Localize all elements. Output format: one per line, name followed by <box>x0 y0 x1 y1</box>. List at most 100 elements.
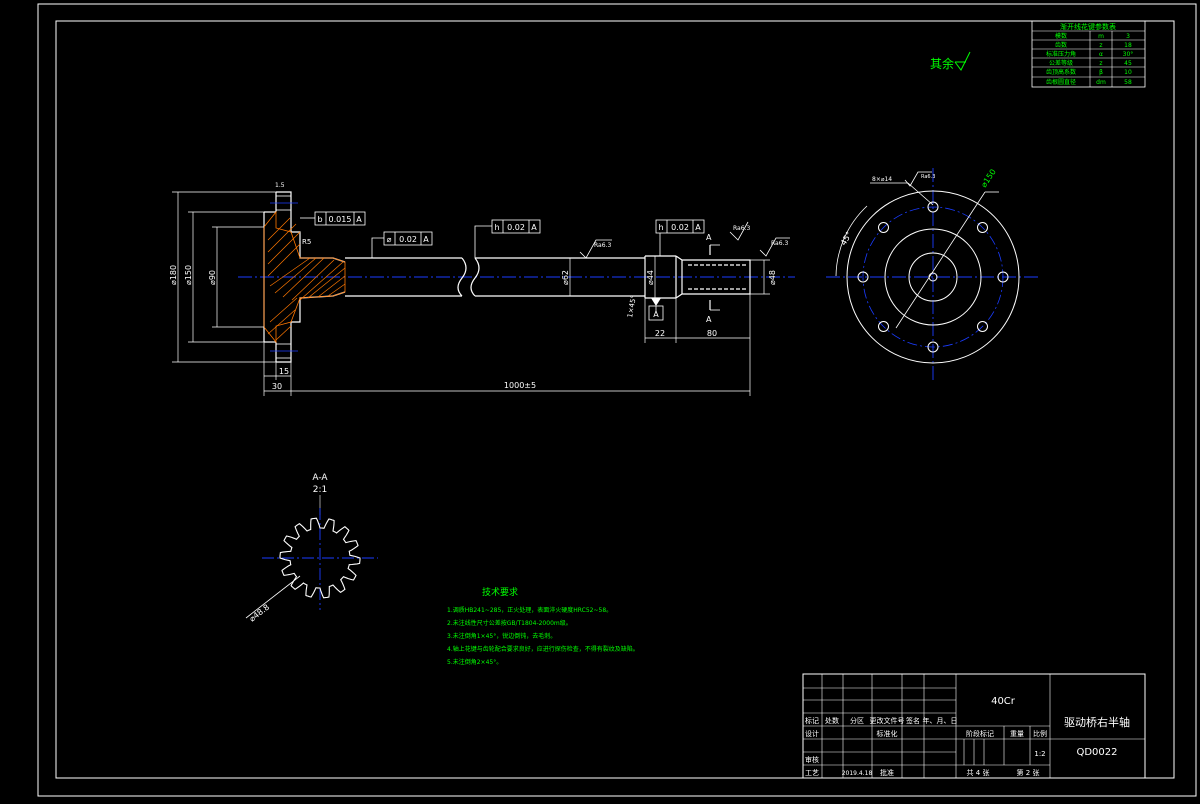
tb-weight-label: 重量 <box>1010 730 1024 738</box>
inner-frame <box>55 20 1175 779</box>
tol2-datum: A <box>423 235 429 244</box>
tolerance-frame-3: h 0.02 A <box>474 219 541 258</box>
side-view: ⌀150 45° 8×⌀14 Ra6.3 <box>826 167 1040 380</box>
tol4-symbol: h <box>658 223 663 232</box>
tb-material: 40Cr <box>991 696 1016 707</box>
gear-parameter-table: 渐开线花键参数表 模数 m 3 齿数 z 18 标准压力角 α 30° 公差等级 z 45 齿顶高系数 β… <box>1031 20 1146 88</box>
tb-standard: 标准化 <box>877 729 898 738</box>
gear-table-symbol: β <box>1099 69 1103 76</box>
tech-note-4: 4.轴上花键与齿轮配合要求良好，应进行探伤检查，不得有裂纹及缺陷。 <box>447 645 639 653</box>
tech-note-3: 3.未注倒角1×45°，锐边倒钝，去毛刺。 <box>447 632 556 640</box>
tb-h-5: 年、月、日 <box>923 716 958 725</box>
tech-note-1: 1.调质HB241~285，正火处理，表面淬火硬度HRC52~58。 <box>447 606 612 614</box>
hole-label: 8×⌀14 <box>872 176 892 183</box>
tb-part-name: 驱动桥右半轴 <box>1064 715 1130 729</box>
tb-approve: 批准 <box>880 768 894 777</box>
global-surface-finish: 其余 <box>930 51 971 71</box>
section-diameter: ⌀48.8 <box>248 603 271 624</box>
gear-table-title: 渐开线花键参数表 <box>1060 22 1116 31</box>
tb-h-1: 处数 <box>825 716 839 725</box>
dim-d6: ⌀48 <box>768 270 777 285</box>
gear-table-value: 45 <box>1124 60 1132 67</box>
gear-table-symbol: z <box>1099 42 1102 49</box>
tb-sheet-no: 第 2 张 <box>1017 768 1040 777</box>
section-view: A-A 2:1 ⌀48.8 <box>245 473 378 624</box>
gear-table-value: 58 <box>1124 79 1132 86</box>
gear-table-symbol: m <box>1098 33 1104 40</box>
dim-d5: ⌀44 <box>646 270 655 285</box>
tb-scale-label: 比例 <box>1033 729 1047 738</box>
tb-h-4: 签名 <box>906 716 920 725</box>
gear-table-name: 公差等级 <box>1049 59 1073 67</box>
tb-drawing-no: QD0022 <box>1076 747 1117 758</box>
tol4-value: 0.02 <box>671 223 689 232</box>
dim-chamfer: 1×45° <box>626 295 638 319</box>
tech-notes: 技术要求 1.调质HB241~285，正火处理，表面淬火硬度HRC52~58。 … <box>447 586 639 666</box>
tol2-symbol: ⌀ <box>387 235 392 244</box>
tb-sheet-total: 共 4 张 <box>967 768 990 777</box>
drawing-canvas: 渐开线花键参数表 模数 m 3 齿数 z 18 标准压力角 α 30° 公差等级 z 45 齿顶高系数 β… <box>0 0 1200 800</box>
gear-table-symbol: α <box>1099 51 1103 58</box>
roughness-3: Ra6.3 <box>733 225 750 232</box>
dim-radius: R5 <box>302 238 311 246</box>
tol2-value: 0.02 <box>399 235 417 244</box>
tolerance-frame-1: b 0.015 A <box>300 211 366 226</box>
tb-design: 设计 <box>805 729 819 738</box>
gear-table-name: 齿数 <box>1055 41 1067 49</box>
gear-table-name: 齿根圆直径 <box>1046 78 1076 86</box>
section-letter-bottom: A <box>706 315 712 324</box>
tb-scale-value: 1:2 <box>1034 750 1045 758</box>
dim-d3: ⌀90 <box>208 270 217 285</box>
dim-len-flange: 30 <box>272 382 282 391</box>
tol3-datum: A <box>531 223 537 232</box>
title-block: 40Cr 驱动桥右半轴 QD0022 阶段标记 重量 比例 1:2 共 4 张 … <box>802 673 1146 779</box>
datum-a-marker: A <box>648 298 664 321</box>
side-roughness: Ra6.3 <box>921 174 935 180</box>
dim-d4: ⌀62 <box>561 270 570 285</box>
dim-len-b: 80 <box>707 329 717 338</box>
dim-d1: ⌀180 <box>169 265 178 285</box>
section-cut-marker: A A <box>706 233 720 324</box>
dim-len-a: 22 <box>655 329 665 338</box>
tech-notes-title: 技术要求 <box>482 586 518 598</box>
tol3-value: 0.02 <box>507 223 525 232</box>
tech-note-2: 2.未注线性尺寸公差按GB/T1804-2000m级。 <box>447 619 572 627</box>
roughness-symbol-icon <box>954 51 971 71</box>
dim-len-total: 1000±5 <box>504 381 536 390</box>
tech-note-5: 5.未注倒角2×45°。 <box>447 658 502 666</box>
gear-table-name: 齿顶高系数 <box>1046 68 1076 76</box>
tb-check: 审核 <box>805 755 819 764</box>
main-view: b 0.015 A ⌀ 0.02 A h 0.02 A h 0.02 A A A… <box>169 182 795 396</box>
datum-a-label: A <box>653 310 659 319</box>
gear-table-value: 10 <box>1124 69 1132 76</box>
angle-label: 45° <box>839 230 854 247</box>
global-surface-finish-label: 其余 <box>930 56 954 71</box>
bolt-circle-dim: ⌀150 <box>979 167 998 189</box>
roughness-2: Ra6.3 <box>771 240 788 247</box>
tol1-symbol: b <box>317 215 322 224</box>
dim-d2: ⌀150 <box>184 265 193 285</box>
tol4-datum: A <box>695 223 701 232</box>
tolerance-frame-2: ⌀ 0.02 A <box>371 231 433 258</box>
gear-table-symbol: z <box>1099 60 1102 67</box>
tol1-datum: A <box>356 215 362 224</box>
section-letter-top: A <box>706 233 712 242</box>
dim-top-mark: 1.5 <box>275 182 285 189</box>
gear-table-value: 18 <box>1124 42 1132 49</box>
tb-h-3: 更改文件号 <box>870 716 905 725</box>
tol1-value: 0.015 <box>329 215 352 224</box>
section-scale: 2:1 <box>313 485 327 495</box>
gear-table-value: 30° <box>1123 51 1134 58</box>
outer-frame <box>37 3 1197 797</box>
gear-table-value: 3 <box>1126 33 1130 40</box>
tb-process: 工艺 <box>805 769 819 777</box>
tb-stage-label: 阶段标记 <box>966 729 994 738</box>
roughness-1: Ra6.3 <box>594 242 611 249</box>
tb-date: 2019.4.18 <box>842 770 873 777</box>
tol3-symbol: h <box>494 223 499 232</box>
tb-h-2: 分区 <box>850 716 864 725</box>
tb-h-0: 标记 <box>805 716 819 725</box>
section-title: A-A <box>312 473 328 483</box>
gear-table-name: 模数 <box>1055 32 1067 40</box>
dim-len-hub: 15 <box>279 367 289 376</box>
